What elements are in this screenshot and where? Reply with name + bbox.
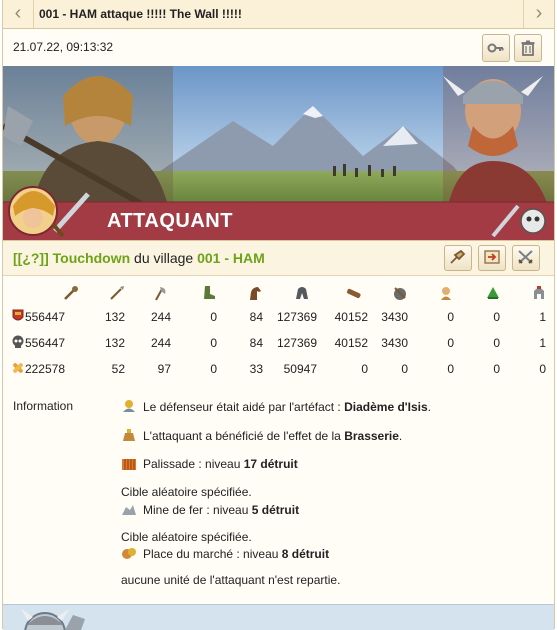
info-brewery-line: L'attaquant a bénéficié de l'effet de la… [121,428,402,443]
info-random-target-1: Cible aléatoire spécifiée. [121,485,252,499]
troop-count: 84 [249,336,263,350]
info-palisade-line: Palissade : niveau 17 détruit [121,456,298,471]
troop-count: 33 [249,362,263,376]
troop-count: 222578 [24,362,65,376]
info-random-target-2: Cible aléatoire spécifiée. [121,530,252,544]
ram-icon [347,288,361,299]
information-label: Information [13,399,74,413]
key-icon [487,43,504,53]
troops-table: 556447 132 244 0 84 127369 40152 3430 0 … [3,276,554,386]
chevron-right-icon[interactable]: › [523,0,554,28]
boot-scout-icon [204,286,215,299]
report-frame: ‹ 001 - HAM attaque !!!!! The Wall !!!!!… [2,0,555,630]
crossed-swords-icon [518,250,533,264]
simulator-button[interactable] [444,245,472,271]
delete-button[interactable] [514,34,542,62]
info-no-return-line: aucune unité de l'attaquant n'est repart… [121,573,341,587]
title-bar: ‹ 001 - HAM attaque !!!!! The Wall !!!!!… [3,0,554,29]
attacker-banner: ATTAQUANT [3,66,554,240]
horse-icon [250,287,261,300]
hero-icon [534,286,544,299]
troops-row-lost: 556447 132 244 0 84 127369 40152 3430 0 … [3,333,554,355]
axe-icon [155,287,166,301]
village-link[interactable]: 001 - HAM [197,250,265,266]
battle-scene-image [3,66,554,240]
share-key-button[interactable] [482,34,510,62]
repeat-icon [484,250,500,264]
troop-count: 1 [539,310,546,324]
info-marketplace-line: Place du marché : niveau 8 détruit [121,546,329,561]
info-artifact-line: Le défenseur était aidé par l'artéfact :… [121,399,431,414]
attacker-player-row: [[¿?]] Touchdown du village 001 - HAM [3,240,554,276]
report-date: 21.07.22, 09:13:32 [13,40,114,54]
helmet-knight-icon [296,287,308,299]
chevron-left-icon[interactable]: ‹ [3,0,34,28]
iron-mine-icon [122,505,136,515]
spear-icon [110,286,124,300]
repeat-attack-button[interactable] [478,245,506,271]
chief-icon [441,287,451,300]
trash-icon [521,40,535,56]
marketplace-icon [122,548,136,559]
report-header: 21.07.22, 09:13:32 [3,29,554,66]
info-iron-mine-line: Mine de fer : niveau 5 détruit [121,502,299,517]
brewery-icon [123,429,135,441]
send-troops-button[interactable] [512,245,540,271]
troop-count: 1 [539,336,546,350]
village-connector: du village [130,250,198,266]
artifact-icon [123,400,135,412]
defender-avatar [21,609,85,630]
attacker-label: ATTAQUANT [107,210,233,232]
troops-row-wounded: 222578 52 97 0 33 50947 0 0 0 0 0 [3,359,554,381]
settler-icon [487,287,499,299]
defender-banner [3,604,554,630]
troop-count: 0 [539,362,546,376]
club-icon [64,286,78,300]
information-section: Information Le défenseur était aidé par … [3,388,554,598]
troop-count: 84 [249,310,263,324]
attacker-info: [[¿?]] Touchdown du village 001 - HAM [13,250,265,266]
troop-count: 556447 [24,310,65,324]
troops-row-sent: 556447 132 244 0 84 127369 40152 3430 0 … [3,307,554,329]
report-title: 001 - HAM attaque !!!!! The Wall !!!!! [39,7,242,21]
simulator-icon [450,249,466,264]
palisade-icon [122,459,136,470]
troop-count: 556447 [24,336,65,350]
alliance-link[interactable]: [[¿?]] [13,250,49,266]
player-link[interactable]: Touchdown [53,250,131,266]
catapult-icon [394,287,406,300]
